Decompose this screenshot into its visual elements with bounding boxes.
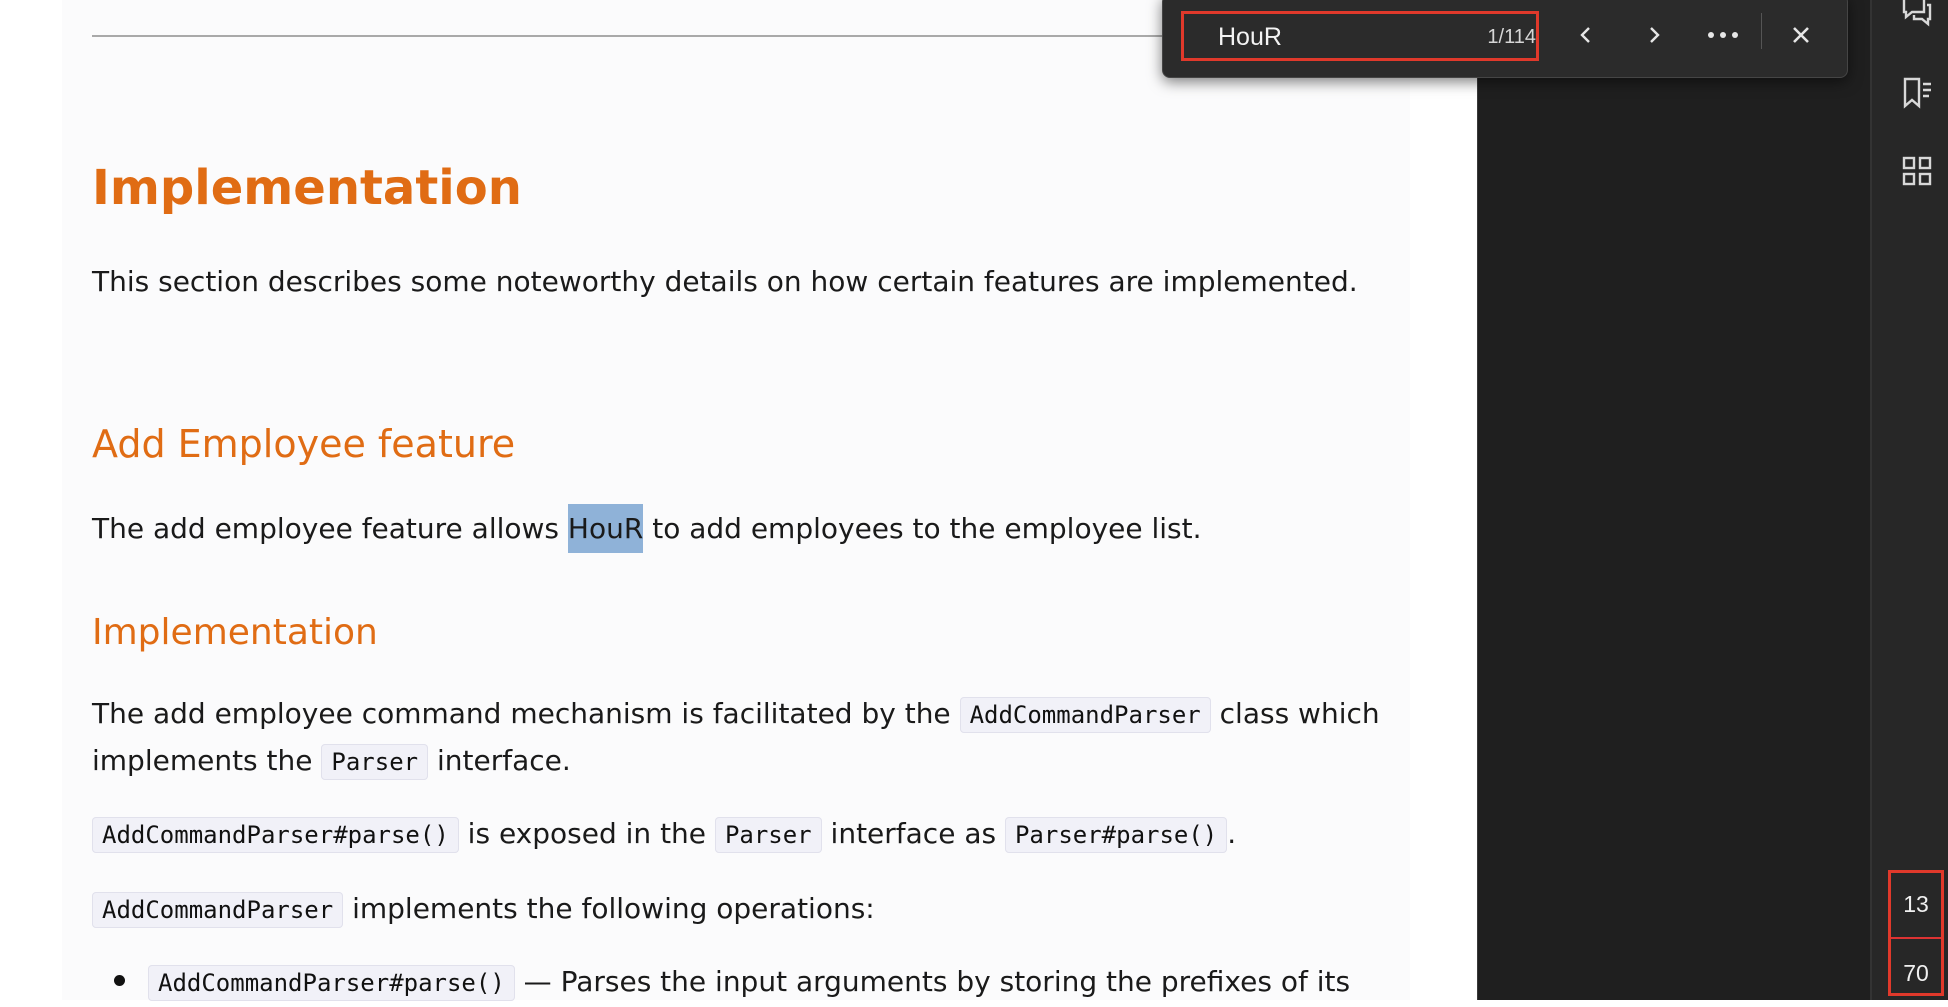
bookmark-list-icon[interactable] <box>1900 76 1934 110</box>
search-match-highlight: HouR <box>567 504 644 553</box>
chevron-left-icon <box>1580 27 1590 43</box>
close-icon <box>1793 27 1809 43</box>
inline-code: AddCommandParser#parse() <box>148 965 515 1001</box>
close-find-button[interactable] <box>1781 15 1821 55</box>
mechanism-paragraph-line1: The add employee command mechanism is fa… <box>92 690 1380 739</box>
intro-paragraph: This section describes some noteworthy d… <box>92 265 1358 298</box>
find-input[interactable]: HouR 1/114 <box>1181 11 1539 61</box>
chevron-right-icon <box>1650 27 1660 43</box>
text-span: to add employees to the employee list. <box>643 512 1202 545</box>
more-icon <box>1708 32 1738 38</box>
text-span: interface. <box>428 744 571 777</box>
text-span: implements the following operations: <box>343 892 875 925</box>
dark-side-panel <box>1478 0 1870 1000</box>
previous-match-button[interactable] <box>1566 15 1606 55</box>
find-toolbar: HouR 1/114 <box>1162 0 1848 78</box>
text-span: — Parses the input arguments by storing … <box>514 965 1351 998</box>
inline-code: AddCommandParser <box>959 697 1211 733</box>
toolbar-separator <box>1761 13 1762 49</box>
comments-icon[interactable] <box>1900 0 1934 28</box>
thumbnails-grid-icon[interactable] <box>1900 154 1934 188</box>
heading-add-employee-feature: Add Employee feature <box>92 422 516 466</box>
list-bullet <box>114 975 125 986</box>
match-counter: 1/114 <box>1487 26 1536 48</box>
heading-implementation: Implementation <box>92 160 522 216</box>
find-query[interactable]: HouR <box>1218 23 1282 52</box>
horizontal-rule <box>92 35 1162 37</box>
inline-code: Parser <box>321 744 429 780</box>
current-page-number[interactable]: 13 <box>1888 891 1944 918</box>
total-page-count: 70 <box>1903 960 1929 986</box>
text-span: class which <box>1210 697 1380 730</box>
page-indicator-divider <box>1891 937 1941 939</box>
text-span: The add employee command mechanism is fa… <box>92 697 960 730</box>
subheading-implementation: Implementation <box>92 612 378 653</box>
inline-code: AddCommandParser#parse() <box>92 817 459 853</box>
more-options-button[interactable] <box>1703 15 1743 55</box>
operations-paragraph: AddCommandParser implements the followin… <box>92 885 875 934</box>
next-match-button[interactable] <box>1634 15 1674 55</box>
text-span: implements the <box>92 744 322 777</box>
add-employee-paragraph: The add employee feature allows HouR to … <box>92 504 1202 553</box>
inline-code: AddCommandParser <box>92 892 344 928</box>
inline-code: Parser#parse() <box>1004 817 1228 853</box>
inline-code: Parser <box>714 817 822 853</box>
text-span: is exposed in the <box>458 817 715 850</box>
text-span: interface as <box>821 817 1005 850</box>
text-span: . <box>1227 817 1237 850</box>
parse-exposed-paragraph: AddCommandParser#parse() is exposed in t… <box>92 810 1236 859</box>
mechanism-paragraph-line2: implements the Parser interface. <box>92 737 571 786</box>
text-span: The add employee feature allows <box>92 512 568 545</box>
right-side-toolbar <box>1870 0 1948 1000</box>
